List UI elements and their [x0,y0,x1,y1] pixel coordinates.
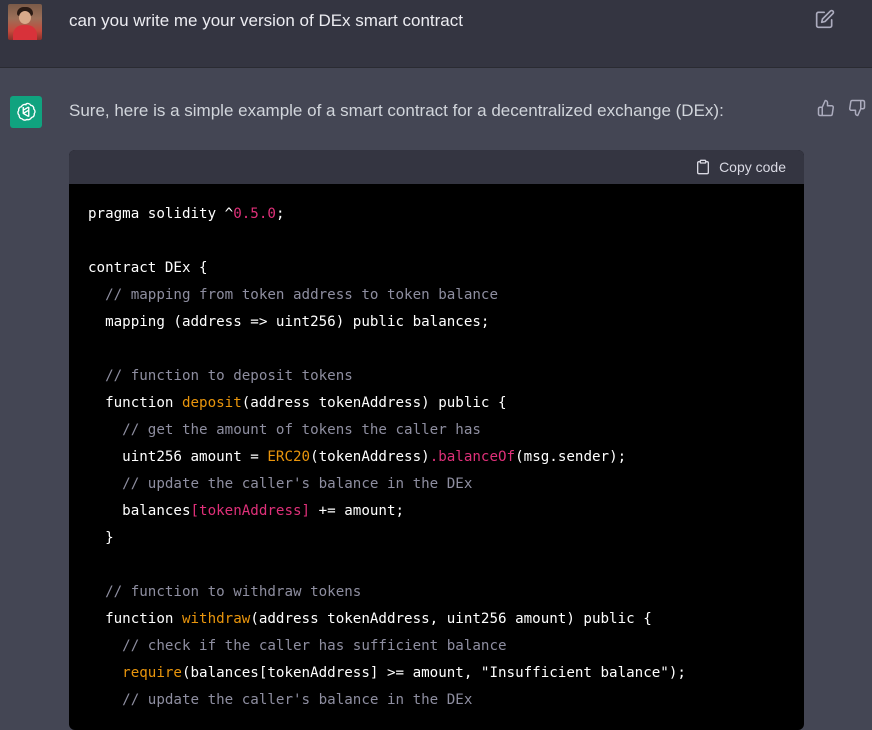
code-token: (msg.sender); [515,449,627,465]
code-line: require(balances[tokenAddress] >= amount… [88,660,785,687]
code-token: (address tokenAddress, uint256 amount) p… [250,611,652,627]
copy-code-button[interactable]: Copy code [695,159,786,175]
code-token: balances [88,503,191,519]
code-token: withdraw [181,611,251,627]
code-token: // function to deposit tokens [88,368,353,384]
copy-code-label: Copy code [719,159,786,175]
user-avatar [8,4,42,40]
assistant-message-row: Sure, here is a simple example of a smar… [0,68,872,730]
code-line: // get the amount of tokens the caller h… [88,417,785,444]
code-token: // update the caller's balance in the DE… [88,476,473,492]
code-token: uint256 amount = [88,449,268,465]
clipboard-icon [697,159,710,175]
code-line: function deposit(address tokenAddress) p… [88,390,785,417]
code-token: // get the amount of tokens the caller h… [88,422,481,438]
code-token: ERC20 [267,449,311,465]
code-block-header: Copy code [69,150,804,184]
code-content: pragma solidity ^0.5.0; contract DEx { //… [69,184,804,714]
code-line: // function to withdraw tokens [88,579,785,606]
code-token: // check if the caller has sufficient ba… [88,638,507,654]
code-line: uint256 amount = ERC20(tokenAddress).bal… [88,444,785,471]
code-token: 0.5.0 [233,206,276,222]
code-token: function [88,611,182,627]
code-block: Copy code pragma solidity ^0.5.0; contrac… [69,150,804,730]
code-line: balances[tokenAddress] += amount; [88,498,785,525]
code-token: // update the caller's balance in the DE… [88,692,473,708]
thumbs-up-icon[interactable] [817,99,835,117]
code-line: } [88,525,785,552]
code-token: ; [275,206,285,222]
user-message-row: can you write me your version of DEx sma… [0,0,872,68]
code-token: deposit [181,395,242,411]
assistant-message-text: Sure, here is a simple example of a smar… [69,101,724,120]
code-line: function withdraw(address tokenAddress, … [88,606,785,633]
code-token: // mapping from token address to token b… [88,287,498,303]
user-message-text: can you write me your version of DEx sma… [69,11,463,30]
code-line: contract DEx { [88,255,785,282]
edit-icon[interactable] [815,9,835,29]
code-line: // update the caller's balance in the DE… [88,471,785,498]
thumbs-down-icon[interactable] [848,99,866,117]
code-line: pragma solidity ^0.5.0; [88,201,785,228]
code-line: // function to deposit tokens [88,363,785,390]
code-token: mapping (address => uint256) public bala… [88,314,490,330]
code-token: // function to withdraw tokens [88,584,362,600]
code-line: // mapping from token address to token b… [88,282,785,309]
code-token: (address tokenAddress) public { [241,395,507,411]
code-line: // check if the caller has sufficient ba… [88,633,785,660]
code-token: pragma solidity ^ [88,206,234,222]
code-token: += amount; [310,503,405,519]
code-token: contract DEx { [88,260,208,276]
code-line: mapping (address => uint256) public bala… [88,309,785,336]
openai-logo-icon [10,96,42,128]
code-token: require [122,665,182,681]
code-token: (tokenAddress) [310,449,430,465]
code-line: // update the caller's balance in the DE… [88,687,785,714]
code-token: .balanceOf [429,449,516,465]
code-token: function [88,395,182,411]
code-token: [tokenAddress] [190,503,311,519]
code-token: } [88,530,114,546]
code-token: (balances[tokenAddress] >= amount, "Insu… [181,665,686,681]
